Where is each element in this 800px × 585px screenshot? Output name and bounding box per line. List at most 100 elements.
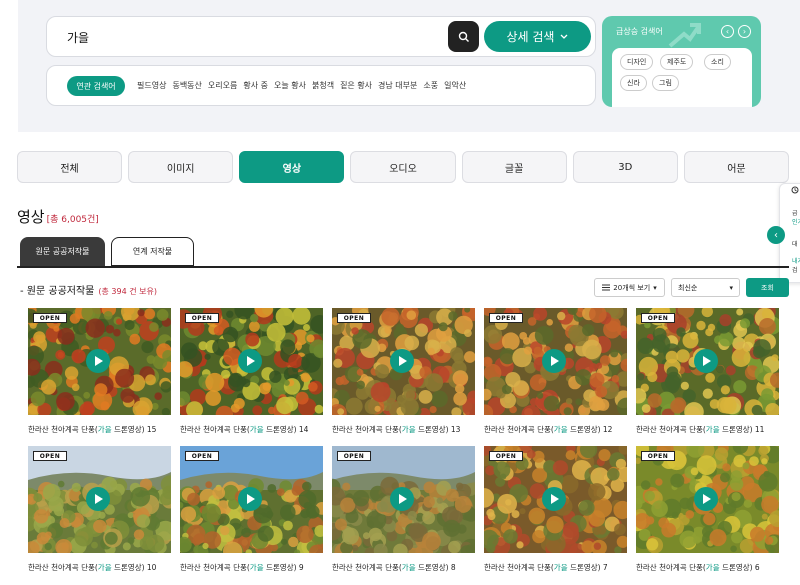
- tab-4[interactable]: 글꼴: [461, 151, 567, 183]
- filter-search-button[interactable]: 조회: [746, 278, 789, 297]
- video-title-text: 드론영상) 13: [415, 425, 461, 434]
- side-panel-text: 인기: [792, 219, 800, 226]
- tab-3[interactable]: 오디오: [350, 151, 456, 183]
- video-card[interactable]: OPEN 한라산 천아계곡 단풍(가을 드론영상) 15: [28, 308, 171, 435]
- video-title-text: 드론영상) 6: [719, 563, 760, 572]
- open-license-badge: OPEN: [185, 313, 219, 323]
- related-keyword[interactable]: 동백동산: [172, 80, 201, 91]
- caret-down-icon: ▾: [653, 283, 657, 292]
- section-title-text: 영상: [17, 208, 45, 226]
- video-title[interactable]: 한라산 천아계곡 단풍(가을 드론영상) 12: [484, 424, 627, 435]
- play-icon[interactable]: [86, 349, 110, 373]
- play-icon[interactable]: [238, 349, 262, 373]
- video-title[interactable]: 한라산 천아계곡 단풍(가을 드론영상) 6: [636, 562, 779, 573]
- play-icon[interactable]: [86, 487, 110, 511]
- related-keyword[interactable]: 황사 중: [243, 80, 268, 91]
- detail-search-button[interactable]: 상세 검색: [484, 21, 591, 52]
- trend-next-button[interactable]: ›: [738, 25, 751, 38]
- sort-select[interactable]: 최신순 ▾: [671, 278, 740, 297]
- video-title[interactable]: 한라산 천아계곡 단풍(가을 드론영상) 11: [636, 424, 779, 435]
- video-thumbnail[interactable]: OPEN: [180, 308, 323, 415]
- play-icon[interactable]: [542, 487, 566, 511]
- related-keyword[interactable]: 오늘 황사: [274, 80, 306, 91]
- video-title-highlight: 가을: [401, 425, 416, 434]
- list-icon: [602, 284, 611, 291]
- trend-prev-button[interactable]: ‹: [721, 25, 734, 38]
- play-icon[interactable]: [542, 349, 566, 373]
- tab-0[interactable]: 전체: [17, 151, 123, 183]
- play-icon[interactable]: [390, 349, 414, 373]
- trend-tag[interactable]: 디자인: [620, 54, 654, 70]
- video-card[interactable]: OPEN 한라산 천아계곡 단풍(가을 드론영상) 12: [484, 308, 627, 435]
- trend-tag[interactable]: 제주도: [660, 54, 694, 70]
- related-keywords: 연관 검색어 필드영상 동백동산 오리오름 황사 중 오늘 황사 붉청객 짙은 황사 경남 대…: [46, 65, 596, 106]
- related-keywords-label: 연관 검색어: [67, 76, 125, 96]
- section-title: 영상 [총 6,005건]: [17, 206, 99, 227]
- video-thumbnail[interactable]: OPEN: [636, 446, 779, 553]
- tab-5[interactable]: 3D: [572, 151, 678, 183]
- video-title[interactable]: 한라산 천아계곡 단풍(가을 드론영상) 9: [180, 562, 323, 573]
- open-license-badge: OPEN: [337, 451, 371, 461]
- tab-2[interactable]: 영상: [239, 151, 345, 183]
- trend-tag[interactable]: 신라: [620, 75, 647, 91]
- video-title-text: 한라산 천아계곡 단풍(: [180, 563, 250, 572]
- video-thumbnail[interactable]: OPEN: [28, 308, 171, 415]
- play-icon[interactable]: [694, 349, 718, 373]
- trend-tag[interactable]: 소리: [704, 54, 731, 70]
- video-card[interactable]: OPEN 한라산 천아계곡 단풍(가을 드론영상) 9: [180, 446, 323, 573]
- video-title[interactable]: 한라산 천아계곡 단풍(가을 드론영상) 8: [332, 562, 475, 573]
- video-title[interactable]: 한라산 천아계곡 단풍(가을 드론영상) 10: [28, 562, 171, 573]
- related-keyword[interactable]: 경남 대부분: [378, 80, 417, 91]
- subtab-original[interactable]: 원문 공공저작물: [20, 237, 105, 266]
- subtab-linked[interactable]: 연계 저작물: [111, 237, 194, 266]
- video-thumbnail[interactable]: OPEN: [180, 446, 323, 553]
- tab-6[interactable]: 어문: [683, 151, 789, 183]
- video-title-text: 드론영상) 15: [111, 425, 157, 434]
- video-title[interactable]: 한라산 천아계곡 단풍(가을 드론영상) 15: [28, 424, 171, 435]
- trend-tag[interactable]: 그림: [652, 75, 679, 91]
- video-thumbnail[interactable]: OPEN: [332, 308, 475, 415]
- video-title[interactable]: 한라산 천아계곡 단풍(가을 드론영상) 7: [484, 562, 627, 573]
- list-title: - 원문 공공저작물 (총 394 건 보유): [20, 282, 157, 297]
- video-card[interactable]: OPEN 한라산 천아계곡 단풍(가을 드론영상) 14: [180, 308, 323, 435]
- open-license-badge: OPEN: [33, 451, 67, 461]
- related-keyword[interactable]: 소풍: [423, 80, 438, 91]
- video-thumbnail[interactable]: OPEN: [484, 446, 627, 553]
- video-title-highlight: 가을: [97, 563, 112, 572]
- tab-1[interactable]: 이미지: [128, 151, 234, 183]
- related-keyword[interactable]: 필드영상: [137, 80, 166, 91]
- search-input[interactable]: 가을: [67, 29, 89, 46]
- related-keyword[interactable]: 일악산: [444, 80, 466, 91]
- video-thumbnail[interactable]: OPEN: [332, 446, 475, 553]
- play-icon[interactable]: [238, 487, 262, 511]
- video-thumbnail[interactable]: OPEN: [636, 308, 779, 415]
- video-card[interactable]: OPEN 한라산 천아계곡 단풍(가을 드론영상) 8: [332, 446, 475, 573]
- detail-search-label: 상세 검색: [506, 30, 555, 44]
- video-card[interactable]: OPEN 한라산 천아계곡 단풍(가을 드론영상) 13: [332, 308, 475, 435]
- side-panel-toggle[interactable]: ‹: [767, 226, 785, 244]
- video-card[interactable]: OPEN 한라산 천아계곡 단풍(가을 드론영상) 7: [484, 446, 627, 573]
- related-keyword[interactable]: 오리오름: [208, 80, 237, 91]
- video-card[interactable]: OPEN 한라산 천아계곡 단풍(가을 드론영상) 11: [636, 308, 779, 435]
- video-thumbnail[interactable]: OPEN: [28, 446, 171, 553]
- video-card[interactable]: OPEN 한라산 천아계곡 단풍(가을 드론영상) 10: [28, 446, 171, 573]
- video-title[interactable]: 한라산 천아계곡 단풍(가을 드론영상) 14: [180, 424, 323, 435]
- side-panel-text: 급: [792, 210, 798, 217]
- video-card[interactable]: OPEN 한라산 천아계곡 단풍(가을 드론영상) 6: [636, 446, 779, 573]
- video-title-text: 한라산 천아계곡 단풍(: [332, 563, 402, 572]
- video-title-highlight: 가을: [401, 563, 416, 572]
- media-type-tabs: 전체 이미지 영상 오디오 글꼴 3D 어문: [17, 151, 789, 183]
- trending-tags: 디자인 제주도 소리 신라 그림: [612, 48, 752, 107]
- side-panel-text: 검: [792, 267, 798, 274]
- related-keyword[interactable]: 붉청객: [312, 80, 334, 91]
- video-title[interactable]: 한라산 천아계곡 단풍(가을 드론영상) 13: [332, 424, 475, 435]
- video-title-text: 드론영상) 11: [719, 425, 765, 434]
- per-page-select[interactable]: 20개씩 보기 ▾: [594, 278, 665, 297]
- search-button[interactable]: [448, 21, 479, 52]
- related-keyword[interactable]: 짙은 황사: [340, 80, 372, 91]
- video-thumbnail[interactable]: OPEN: [484, 308, 627, 415]
- play-icon[interactable]: [390, 487, 414, 511]
- open-license-badge: OPEN: [489, 451, 523, 461]
- video-grid: OPEN 한라산 천아계곡 단풍(가을 드론영상) 15 OPEN 한라산 천아계곡 …: [28, 308, 779, 573]
- play-icon[interactable]: [694, 487, 718, 511]
